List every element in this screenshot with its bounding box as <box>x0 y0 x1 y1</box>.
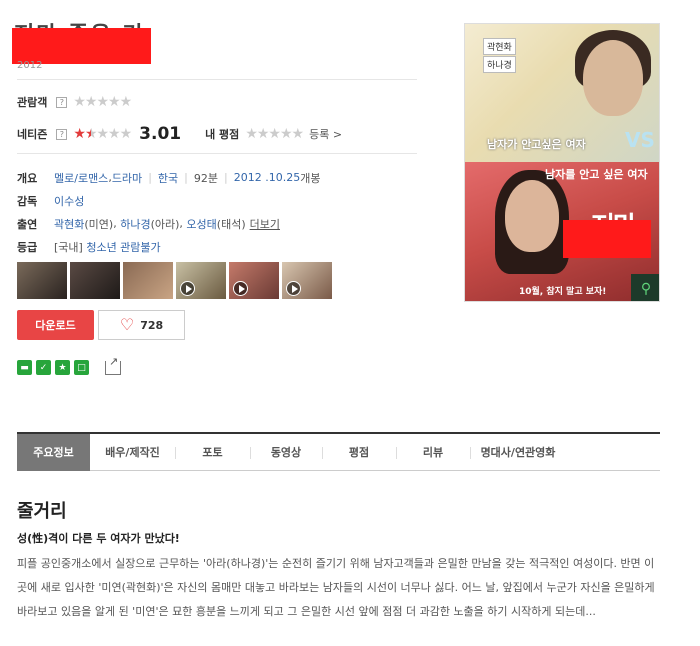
star-icon[interactable]: ★ <box>55 360 70 375</box>
my-rating-stars[interactable]: ★★★★★ <box>245 126 304 142</box>
poster-figure <box>583 40 643 116</box>
title-redaction <box>12 28 151 64</box>
heart-icon: ♡ <box>119 315 135 334</box>
movie-info: 개요 멜로/로맨스, 드라마 | 한국 | 92분 | 2012 .10.25 … <box>17 166 320 258</box>
synopsis-heading: 줄거리 <box>17 501 67 522</box>
poster-vs: VS <box>625 128 655 152</box>
media-thumbnail[interactable] <box>282 262 332 299</box>
media-thumbnail[interactable] <box>229 262 279 299</box>
grade-label: 등급 <box>17 240 38 254</box>
audience-label: 관람객 <box>17 96 48 109</box>
director-link[interactable]: 이수성 <box>54 193 84 209</box>
comma: , <box>179 217 187 230</box>
grade-prefix: [국내] <box>54 240 83 254</box>
poster-name-tag: 곽현화 <box>483 38 516 55</box>
director-row: 감독 이수성 <box>17 189 320 212</box>
play-icon <box>233 281 248 296</box>
poster-top: 곽현화 하나경 남자가 안고싶은 여자 VS <box>465 24 659 162</box>
tab-rating[interactable]: 평점 <box>322 434 396 471</box>
separator: | <box>148 171 152 184</box>
help-icon[interactable]: ? <box>56 128 68 140</box>
release-suffix: 개봉 <box>300 171 321 185</box>
grade-row: 등급 [국내] 청소년 관람불가 <box>17 235 320 258</box>
poster-subtitle-top: 남자가 안고싶은 여자 <box>487 138 586 151</box>
movie-poster[interactable]: 곽현화 하나경 남자가 안고싶은 여자 VS 남자를 안고 싶은 여자 저만 1… <box>464 23 660 302</box>
download-button[interactable]: 다운로드 <box>17 310 94 340</box>
cast-link[interactable]: 하나경 <box>120 216 150 232</box>
poster-figure <box>505 180 559 252</box>
netizen-score: 3.01 <box>139 124 182 144</box>
cast-link[interactable]: 오성태 <box>186 216 216 232</box>
poster-date-line: 10월, 참지 말고 보자! <box>519 287 607 297</box>
netizen-stars: ★★★★★ <box>73 126 132 142</box>
tab-main-info[interactable]: 주요정보 <box>17 433 90 471</box>
genre-link[interactable]: 멜로/로맨스 <box>54 170 108 186</box>
audience-rating-row: 관람객 ? ★★★★★ <box>17 94 132 110</box>
poster-subtitle-bottom: 남자를 안고 싶은 여자 <box>545 168 648 181</box>
overview-row: 개요 멜로/로맨스, 드라마 | 한국 | 92분 | 2012 .10.25 … <box>17 166 320 189</box>
synopsis-body: 피플 공인중개소에서 실장으로 근무하는 '아라(하나경)'는 순전히 즐기기 … <box>17 557 655 618</box>
separator: | <box>184 171 188 184</box>
cast-label: 출연 <box>17 217 38 231</box>
check-icon[interactable]: ✓ <box>36 360 51 375</box>
play-icon <box>180 281 195 296</box>
genre-link[interactable]: 드라마 <box>112 170 142 186</box>
tab-quotes-related[interactable]: 명대사/연관영화 <box>470 434 566 471</box>
cast-more-link[interactable]: 더보기 <box>250 216 280 232</box>
tab-bar: 주요정보 배우/제작진 포토 동영상 평점 리뷰 명대사/연관영화 <box>17 432 660 471</box>
vod-icons: ▬ ✓ ★ □ <box>17 355 121 375</box>
country-link[interactable]: 한국 <box>158 170 178 186</box>
poster-bottom: 남자를 안고 싶은 여자 저만 10월, 참지 말고 보자! ⚲ <box>465 162 659 301</box>
square-icon[interactable]: □ <box>74 360 89 375</box>
tab-review[interactable]: 리뷰 <box>396 434 470 471</box>
grade-link[interactable]: 청소년 관람불가 <box>86 239 160 255</box>
media-thumbnail[interactable] <box>70 262 120 299</box>
like-count: 728 <box>140 318 164 332</box>
register-rating-link[interactable]: 등록 > <box>309 126 342 142</box>
cast-role: (아라) <box>150 217 180 231</box>
separator: | <box>224 171 228 184</box>
media-thumbnail[interactable] <box>17 262 67 299</box>
comma: , <box>113 217 121 230</box>
play-icon <box>286 281 301 296</box>
media-thumbnail[interactable] <box>176 262 226 299</box>
audience-stars: ★★★★★ <box>73 94 132 110</box>
media-thumbnails <box>17 262 332 299</box>
netizen-rating-row: 네티즌 ? ★★★★★ 3.01 내 평점 ★★★★★ 등록 > <box>17 124 342 144</box>
tab-video[interactable]: 동영상 <box>250 434 322 471</box>
divider <box>17 79 417 80</box>
runtime: 92분 <box>193 171 218 185</box>
tab-cast-crew[interactable]: 배우/제작진 <box>90 434 175 471</box>
divider <box>17 153 417 154</box>
like-button[interactable]: ♡ 728 <box>98 310 185 340</box>
synopsis-tagline: 성(性)격이 다른 두 여자가 만났다! <box>17 532 180 545</box>
naver-vod-icon[interactable]: ▬ <box>17 360 32 375</box>
help-icon[interactable]: ? <box>56 96 68 108</box>
share-icon[interactable] <box>105 355 121 375</box>
my-rating: 내 평점 ★★★★★ 등록 > <box>205 126 342 142</box>
poster-redaction <box>563 220 651 258</box>
cast-role: (태석) <box>216 217 246 231</box>
release-date-link[interactable]: 2012 .10.25 <box>234 171 300 184</box>
tab-photo[interactable]: 포토 <box>175 434 250 471</box>
movie-year: 2012 <box>17 60 43 71</box>
search-icon[interactable]: ⚲ <box>631 274 659 301</box>
my-rating-label: 내 평점 <box>205 128 240 141</box>
media-thumbnail[interactable] <box>123 262 173 299</box>
director-label: 감독 <box>17 194 38 208</box>
poster-name-tag: 하나경 <box>483 56 516 73</box>
overview-label: 개요 <box>17 171 38 185</box>
netizen-label: 네티즌 <box>17 128 48 141</box>
cast-role: (미연) <box>84 217 114 231</box>
cast-link[interactable]: 곽현화 <box>54 216 84 232</box>
cast-row: 출연 곽현화 (미연), 하나경 (아라), 오성태 (태석) 더보기 <box>17 212 320 235</box>
